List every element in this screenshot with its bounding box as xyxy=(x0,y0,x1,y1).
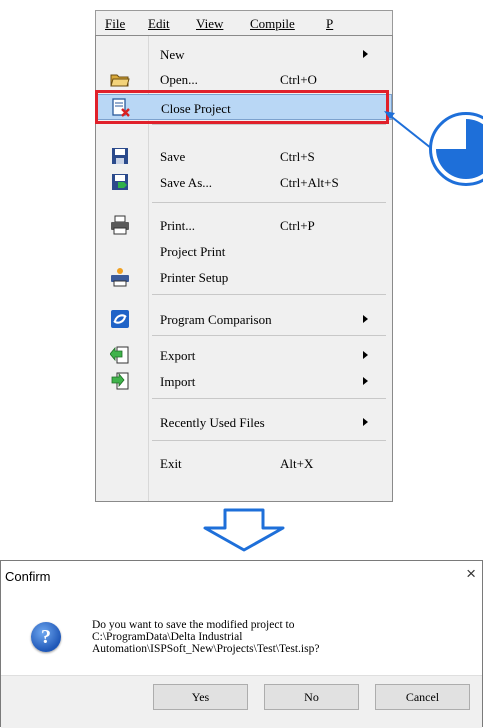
yes-button[interactable]: Yes xyxy=(153,684,248,710)
menu-p-label: P xyxy=(326,16,334,31)
highlight-box xyxy=(95,90,389,124)
menu-separator xyxy=(152,440,386,441)
menu-file[interactable]: File xyxy=(105,16,125,32)
menu-item-shortcut: Ctrl+P xyxy=(280,218,315,233)
save-icon xyxy=(112,148,128,164)
close-icon[interactable]: × xyxy=(466,565,476,582)
question-icon: ? xyxy=(31,622,61,652)
menu-item-label: Printer Setup xyxy=(160,270,229,285)
menu-item-program-comparison[interactable]: Program Comparison xyxy=(96,306,392,332)
menu-item-label: Exit xyxy=(160,456,182,471)
menu-item-shortcut: Ctrl+Alt+S xyxy=(280,175,339,190)
menu-item-import[interactable]: Import xyxy=(96,368,392,394)
menu-separator xyxy=(152,398,386,399)
menu-item-recently-used-files[interactable]: Recently Used Files xyxy=(96,409,392,435)
export-icon xyxy=(110,346,129,364)
menu-item-label: Export xyxy=(160,348,196,363)
menu-item-label: Program Comparison xyxy=(160,312,272,327)
menu-item-shortcut: Ctrl+O xyxy=(280,72,317,87)
submenu-arrow-icon xyxy=(363,50,368,58)
menu-item-label: Recently Used Files xyxy=(160,415,265,430)
save-as-icon xyxy=(112,174,128,190)
menu-item-save-as[interactable]: Save As... Ctrl+Alt+S xyxy=(96,169,392,195)
menu-item-label: Open... xyxy=(160,72,198,87)
menu-item-project-print[interactable]: Project Print xyxy=(96,238,392,264)
menu-separator xyxy=(152,202,386,203)
menu-separator xyxy=(152,335,386,336)
menu-item-open[interactable]: Open... Ctrl+O xyxy=(96,66,392,92)
menu-compile-label: Compile xyxy=(250,16,295,31)
menu-item-shortcut: Ctrl+S xyxy=(280,149,315,164)
menu-item-label: Print... xyxy=(160,218,196,233)
printer-setup-icon xyxy=(111,268,129,287)
menu-item-label: New xyxy=(160,47,185,62)
cancel-button[interactable]: Cancel xyxy=(375,684,470,710)
menu-p[interactable]: P xyxy=(326,16,333,32)
step-indicator-icon xyxy=(429,112,483,186)
menu-bar: File Edit View Compile P xyxy=(95,10,393,36)
menu-view-label: View xyxy=(196,16,224,31)
menu-item-label: Project Print xyxy=(160,244,226,259)
menu-item-shortcut: Alt+X xyxy=(280,456,314,471)
menu-edit-label: Edit xyxy=(148,16,170,31)
no-button[interactable]: No xyxy=(264,684,359,710)
menu-item-printer-setup[interactable]: Printer Setup xyxy=(96,264,392,290)
menu-item-label: Save xyxy=(160,149,186,164)
submenu-arrow-icon xyxy=(363,418,368,426)
compare-icon xyxy=(111,310,129,328)
down-arrow-icon xyxy=(203,508,285,552)
menu-item-print[interactable]: Print... Ctrl+P xyxy=(96,212,392,238)
menu-separator xyxy=(152,124,386,125)
submenu-arrow-icon xyxy=(363,315,368,323)
menu-item-export[interactable]: Export xyxy=(96,342,392,368)
dialog-title: Confirm xyxy=(5,569,51,584)
menu-file-label: File xyxy=(105,16,126,31)
import-icon xyxy=(111,372,129,390)
open-folder-icon xyxy=(110,74,130,87)
submenu-arrow-icon xyxy=(363,351,368,359)
print-icon xyxy=(111,215,129,235)
menu-edit[interactable]: Edit xyxy=(148,16,170,32)
menu-view[interactable]: View xyxy=(196,16,223,32)
menu-item-save[interactable]: Save Ctrl+S xyxy=(96,143,392,169)
dialog-message: Do you want to save the modified project… xyxy=(92,619,320,655)
submenu-arrow-icon xyxy=(363,377,368,385)
menu-separator xyxy=(152,294,386,295)
menu-compile[interactable]: Compile xyxy=(250,16,295,32)
menu-item-label: Import xyxy=(160,374,196,389)
menu-item-label: Save As... xyxy=(160,175,212,190)
menu-item-new[interactable]: New xyxy=(96,41,392,67)
menu-item-exit[interactable]: Exit Alt+X xyxy=(96,450,392,476)
